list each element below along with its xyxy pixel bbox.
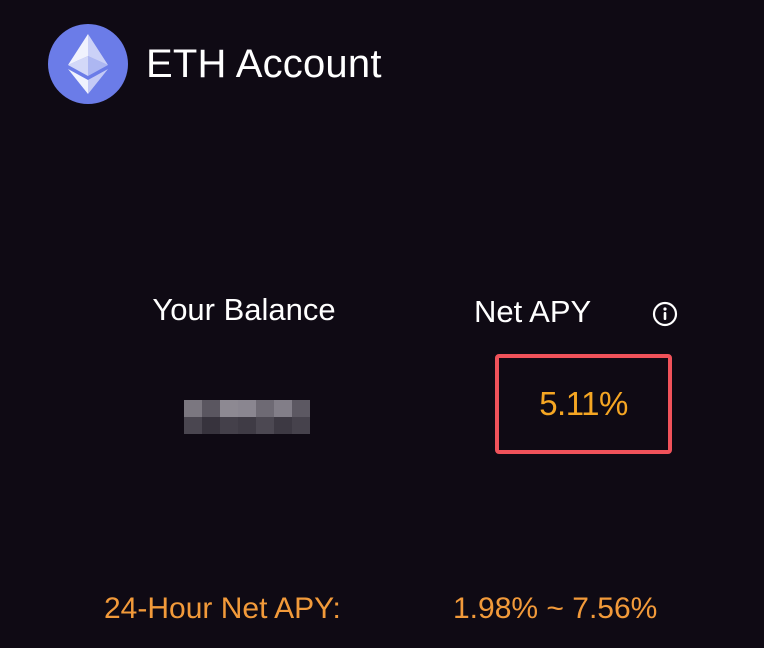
balance-value-redacted bbox=[184, 400, 310, 434]
account-header: ETH Account bbox=[48, 24, 382, 104]
apy-range-value: 1.98% ~ 7.56% bbox=[453, 592, 658, 625]
page-title: ETH Account bbox=[146, 41, 382, 86]
net-apy-highlight-box: 5.11% bbox=[495, 354, 672, 454]
info-icon[interactable] bbox=[652, 301, 678, 327]
ethereum-icon bbox=[48, 24, 128, 104]
net-apy-label: Net APY bbox=[474, 294, 592, 329]
net-apy-value: 5.11% bbox=[539, 385, 628, 422]
apy-range-label: 24-Hour Net APY: bbox=[104, 592, 341, 625]
balance-label: Your Balance bbox=[152, 292, 336, 327]
